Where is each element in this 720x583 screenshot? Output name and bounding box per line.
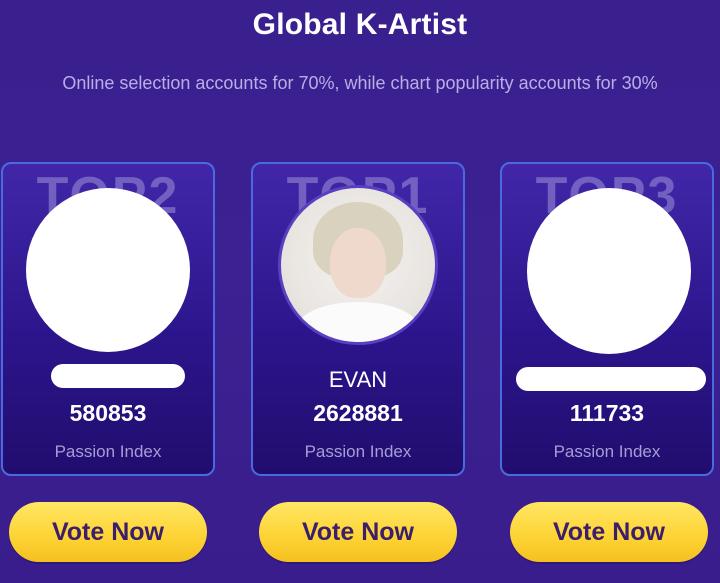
artist-card-top2[interactable]: TOP2 580853 Passion Index bbox=[1, 162, 215, 476]
artist-card-top1[interactable]: TOP1 EVAN 2628881 Passion Index bbox=[251, 162, 465, 476]
vote-now-button-top2[interactable]: Vote Now bbox=[9, 502, 207, 562]
name-redacted bbox=[516, 367, 706, 391]
avatar-shirt bbox=[298, 302, 418, 342]
passion-score: 580853 bbox=[69, 400, 147, 426]
artist-name: EVAN bbox=[328, 367, 388, 392]
vote-now-button-top1[interactable]: Vote Now bbox=[259, 502, 457, 562]
passion-score: 111733 bbox=[569, 400, 645, 426]
page-subtitle: Online selection accounts for 70%, while… bbox=[62, 73, 658, 93]
avatar-redacted bbox=[26, 188, 190, 352]
page-title: Global K-Artist bbox=[252, 8, 468, 41]
avatar-face bbox=[330, 228, 386, 298]
name-redacted bbox=[51, 364, 185, 388]
passion-index-label: Passion Index bbox=[553, 442, 661, 461]
avatar-redacted bbox=[527, 188, 691, 354]
artist-card-top3[interactable]: TOP3 111733 Passion Index bbox=[500, 162, 714, 476]
avatar bbox=[278, 185, 438, 345]
vote-now-button-top3[interactable]: Vote Now bbox=[510, 502, 708, 562]
passion-index-label: Passion Index bbox=[54, 442, 162, 461]
passion-index-label: Passion Index bbox=[304, 442, 412, 461]
passion-score: 2628881 bbox=[313, 400, 403, 426]
